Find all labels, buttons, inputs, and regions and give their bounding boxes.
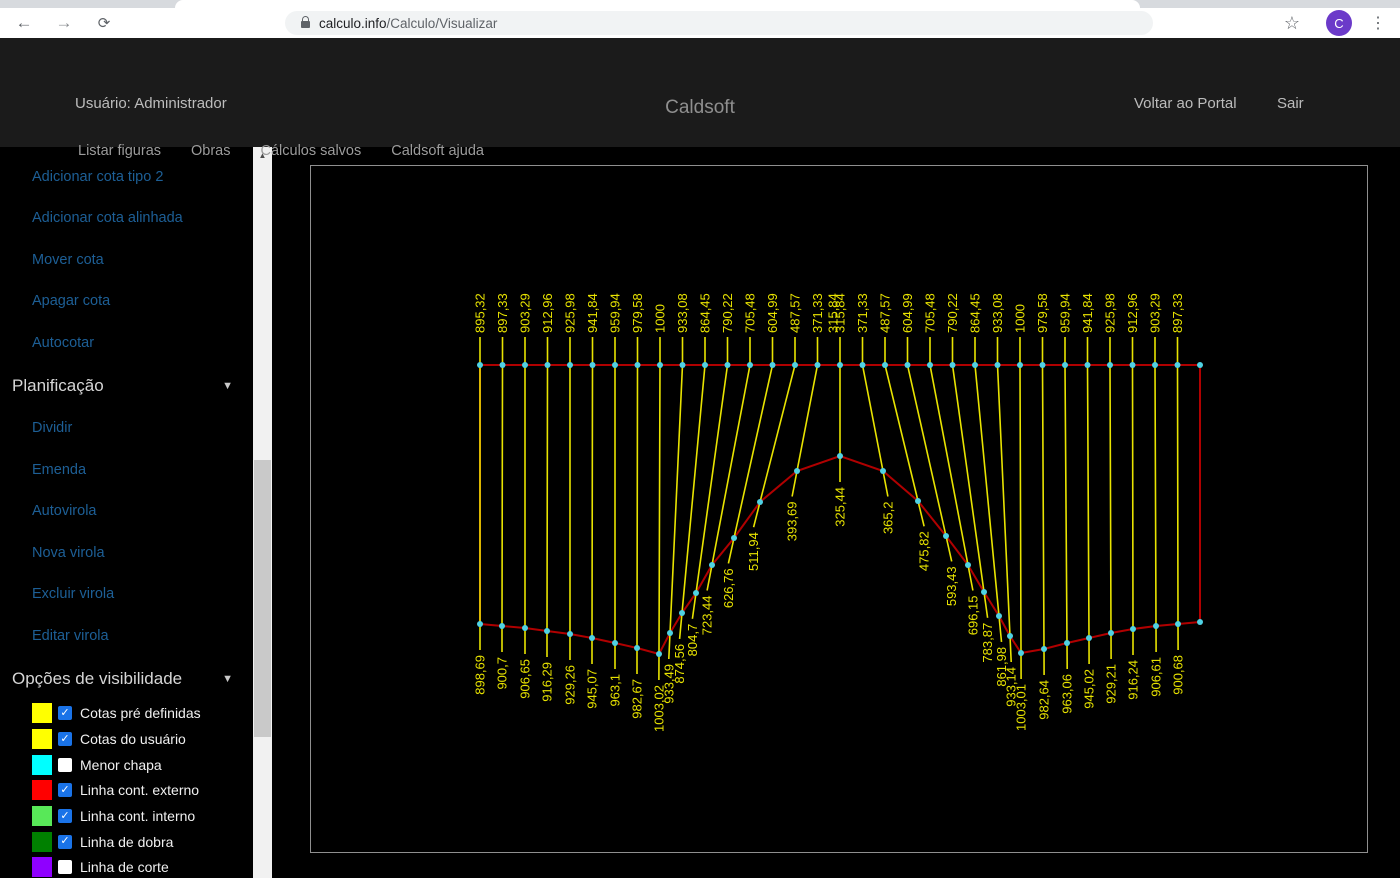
nav-item-4[interactable]: Caldsoft ajuda [391, 143, 484, 159]
visibility-label: Linha cont. interno [72, 808, 195, 824]
sidebar-item-editar-virola[interactable]: Editar virola [0, 615, 253, 657]
visibility-label: Menor chapa [72, 757, 162, 773]
url-host: calculo.info [319, 16, 387, 31]
color-swatch [32, 729, 52, 749]
visibility-checkbox[interactable]: ✓ [58, 732, 72, 746]
browser-menu-icon[interactable]: ⋮ [1362, 8, 1394, 38]
visibility-row: Menor chapa [0, 752, 253, 778]
visibility-label: Cotas pré definidas [72, 705, 201, 721]
visibility-checkbox[interactable] [58, 860, 72, 874]
section-label: Planificação [12, 376, 104, 396]
sidebar: Adicionar cota tipo 2Adicionar cota alin… [0, 147, 253, 878]
chevron-down-icon: ▼ [222, 380, 233, 392]
sidebar-item-autocotar[interactable]: Autocotar [0, 322, 253, 364]
color-swatch [32, 857, 52, 877]
visibility-row: ✓Cotas pré definidas [0, 701, 253, 727]
sidebar-item-emenda[interactable]: Emenda [0, 449, 253, 491]
voltar-ao-portal-link[interactable]: Voltar ao Portal [1134, 95, 1237, 112]
bookmark-star-icon[interactable]: ☆ [1276, 8, 1308, 38]
visibility-row: ✓Linha cont. externo [0, 778, 253, 804]
address-bar[interactable]: calculo.info/Calculo/Visualizar [285, 11, 1153, 35]
back-icon[interactable]: ← [8, 8, 40, 38]
visibility-label: Linha cont. externo [72, 782, 199, 798]
visibility-row: Linha de corte [0, 855, 253, 878]
nav-item-1[interactable]: Listar figuras [78, 143, 161, 159]
visibility-checkbox[interactable]: ✓ [58, 783, 72, 797]
visibility-checkbox[interactable]: ✓ [58, 809, 72, 823]
color-swatch [32, 780, 52, 800]
visibility-checkbox[interactable]: ✓ [58, 835, 72, 849]
color-swatch [32, 703, 52, 723]
avatar[interactable]: C [1326, 10, 1352, 36]
main-nav: Listar figuras Obras Cálculos salvos Caldso… [78, 143, 484, 159]
visibility-row: ✓Linha de dobra [0, 829, 253, 855]
browser-tab-strip [0, 0, 1400, 8]
sidebar-section-visibilidade[interactable]: Opções de visibilidade ▼ [0, 657, 253, 701]
sidebar-item-nova-virola[interactable]: Nova virola [0, 532, 253, 574]
sidebar-item-adicionar-cota-tipo-2[interactable]: Adicionar cota tipo 2 [0, 156, 253, 198]
nav-item-3[interactable]: Cálculos salvos [261, 143, 362, 159]
visibility-row: ✓Linha cont. interno [0, 803, 253, 829]
chevron-down-icon: ▼ [222, 673, 233, 685]
sidebar-links-top: Adicionar cota tipo 2Adicionar cota alin… [0, 156, 253, 364]
visibility-label: Linha de corte [72, 859, 169, 875]
browser-toolbar: ← → ⟳ calculo.info/Calculo/Visualizar ☆ … [0, 8, 1400, 38]
sidebar-item-excluir-virola[interactable]: Excluir virola [0, 574, 253, 616]
visibility-label: Cotas do usuário [72, 731, 186, 747]
active-tab[interactable] [175, 0, 1140, 8]
sidebar-section-planificacao[interactable]: Planificação ▼ [0, 364, 253, 408]
drawing-canvas[interactable] [310, 165, 1368, 853]
visibility-row: ✓Cotas do usuário [0, 726, 253, 752]
app-header: Usuário: Administrador Caldsoft Voltar a… [0, 38, 1400, 147]
color-swatch [32, 832, 52, 852]
section-label: Opções de visibilidade [12, 669, 182, 689]
visibility-label: Linha de dobra [72, 834, 173, 850]
visibility-checkbox[interactable] [58, 758, 72, 772]
page-scrollbar[interactable]: ▲ [253, 147, 272, 878]
sair-link[interactable]: Sair [1277, 95, 1304, 112]
sidebar-links-planificacao: DividirEmendaAutovirolaNova virolaExclui… [0, 408, 253, 657]
color-swatch [32, 806, 52, 826]
url-path: /Calculo/Visualizar [387, 16, 498, 31]
color-swatch [32, 755, 52, 775]
sidebar-item-apagar-cota[interactable]: Apagar cota [0, 281, 253, 323]
scrollbar-thumb[interactable] [254, 460, 271, 737]
sidebar-item-autovirola[interactable]: Autovirola [0, 491, 253, 533]
visibility-options: ✓Cotas pré definidas✓Cotas do usuárioMen… [0, 701, 253, 878]
reload-icon[interactable]: ⟳ [88, 8, 120, 38]
forward-icon[interactable]: → [48, 8, 80, 38]
sidebar-item-adicionar-cota-alinhada[interactable]: Adicionar cota alinhada [0, 198, 253, 240]
nav-item-2[interactable]: Obras [191, 143, 231, 159]
lock-icon [301, 21, 310, 28]
sidebar-item-mover-cota[interactable]: Mover cota [0, 239, 253, 281]
sidebar-item-dividir[interactable]: Dividir [0, 408, 253, 450]
visibility-checkbox[interactable]: ✓ [58, 706, 72, 720]
url-text: calculo.info/Calculo/Visualizar [319, 16, 497, 31]
